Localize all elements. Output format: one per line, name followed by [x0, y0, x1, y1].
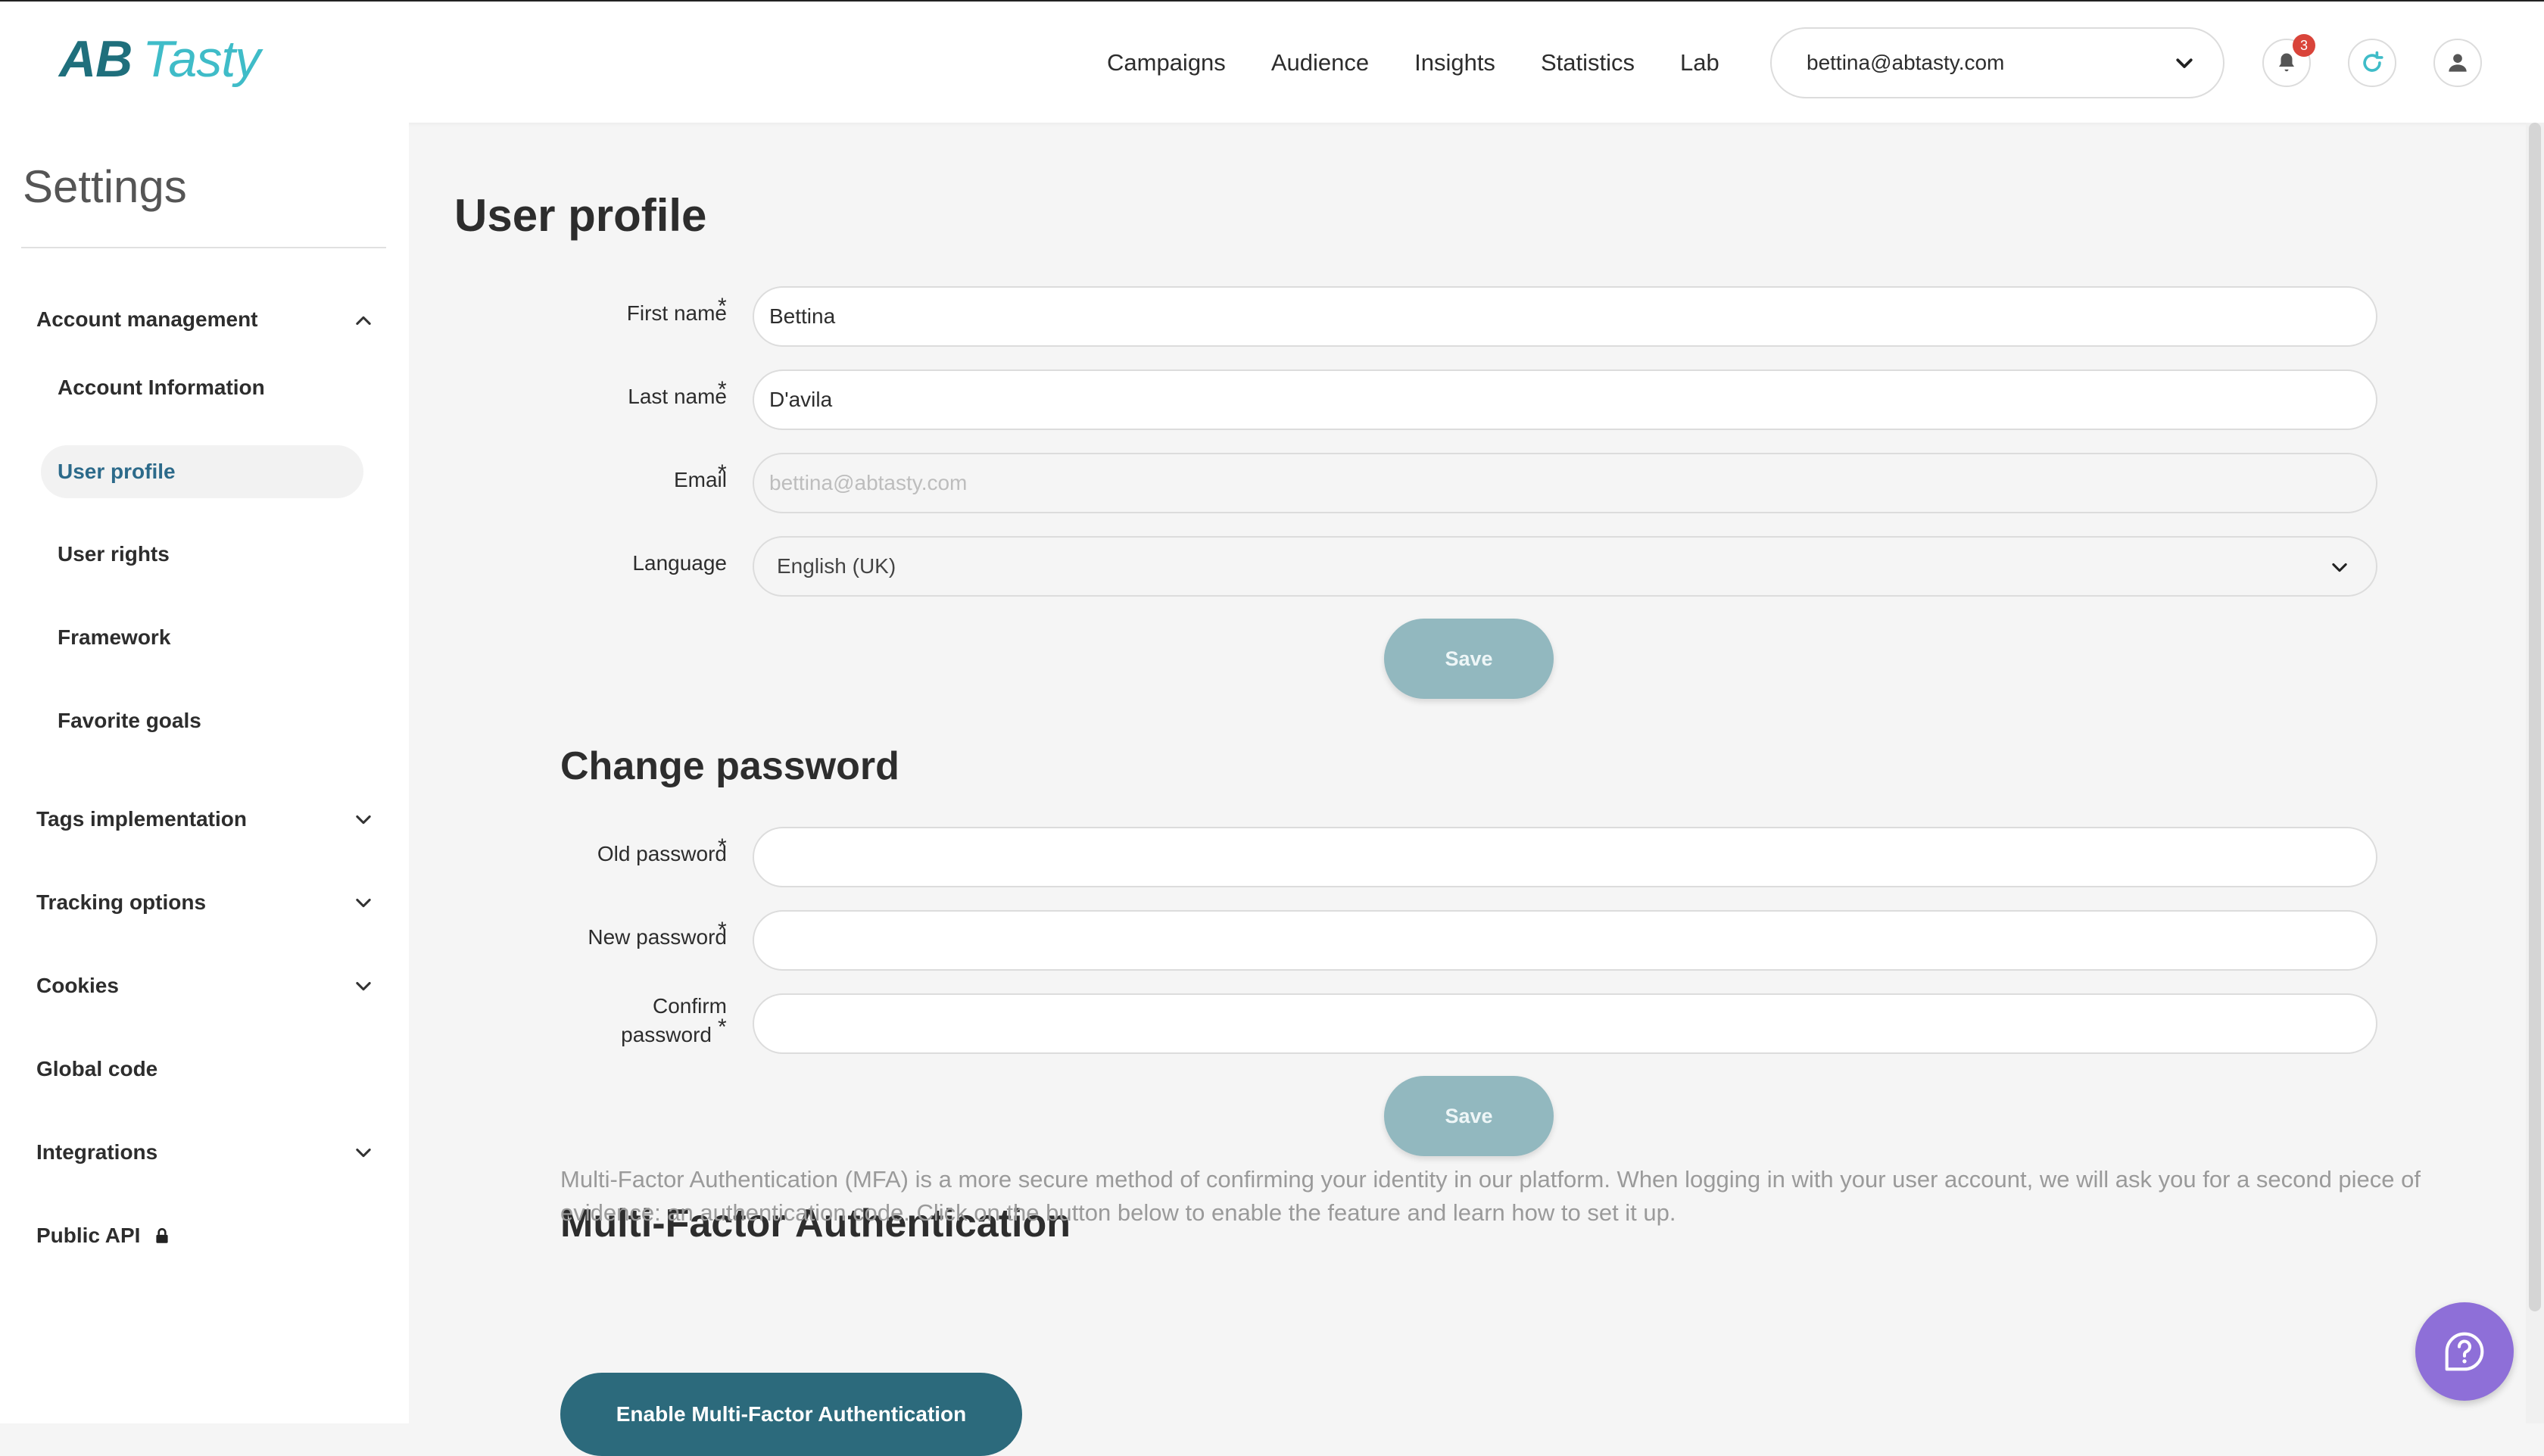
sidebar-item-public-api[interactable]: Public API — [36, 1224, 172, 1248]
sidebar-item-user-profile[interactable]: User profile — [41, 445, 363, 498]
chevron-down-icon[interactable] — [353, 1142, 374, 1163]
confirm-password-field[interactable] — [753, 993, 2377, 1054]
save-profile-button[interactable]: Save — [1384, 619, 1554, 699]
account-selector[interactable]: bettina@abtasty.com — [1770, 27, 2224, 98]
sidebar-item-global-code[interactable]: Global code — [36, 1057, 157, 1081]
confirm-password-label-line2: password — [621, 1023, 712, 1046]
last-name-field[interactable]: D'avila — [753, 369, 2377, 430]
email-field: bettina@abtasty.com — [753, 453, 2377, 513]
language-value: English (UK) — [777, 554, 896, 578]
main-nav: Campaigns Audience Insights Statistics L… — [1107, 2, 1765, 124]
chevron-down-icon[interactable] — [353, 975, 374, 996]
change-password-title: Change password — [560, 744, 899, 788]
nav-audience[interactable]: Audience — [1271, 49, 1369, 76]
nav-statistics[interactable]: Statistics — [1541, 49, 1635, 76]
chevron-up-icon[interactable] — [353, 310, 374, 332]
sidebar-item-label: Account management — [36, 307, 258, 331]
top-bar: AB Tasty Campaigns Audience Insights Sta… — [0, 0, 2544, 123]
new-password-field[interactable] — [753, 910, 2377, 971]
scrollbar[interactable] — [2526, 123, 2544, 1423]
mfa-description: Multi-Factor Authentication (MFA) is a m… — [560, 1166, 2421, 1226]
confirm-password-label-line1: Confirm — [652, 994, 727, 1018]
sidebar-item-tags-implementation[interactable]: Tags implementation — [36, 807, 247, 831]
bell-icon — [2279, 53, 2294, 72]
scrollbar-thumb[interactable] — [2529, 123, 2541, 1311]
sidebar-title: Settings — [23, 161, 187, 212]
sidebar-item-framework[interactable]: Framework — [58, 625, 170, 650]
settings-sidebar: Settings Account management Account Info… — [0, 123, 409, 1423]
sidebar-item-favorite-goals[interactable]: Favorite goals — [58, 709, 201, 733]
sidebar-item-label: Global code — [36, 1057, 158, 1080]
email-label: Email — [673, 468, 727, 491]
main-content: User profile First name * Bettina Last n… — [409, 123, 2526, 1456]
first-name-field[interactable]: Bettina — [753, 286, 2377, 347]
nav-campaigns[interactable]: Campaigns — [1107, 49, 1226, 76]
required-mark: * — [718, 294, 727, 319]
required-mark: * — [718, 1015, 727, 1040]
lock-icon — [156, 1228, 169, 1243]
user-icon — [2449, 54, 2467, 72]
notifications-button[interactable]: 3 — [2262, 34, 2315, 87]
sidebar-item-account-management[interactable]: Account management — [36, 307, 258, 332]
enable-mfa-button[interactable]: Enable Multi-Factor Authentication — [560, 1373, 1022, 1456]
logo-tasty-text: Tasty — [142, 30, 260, 88]
new-password-label: New password — [588, 925, 727, 949]
chevron-down-icon — [2332, 563, 2347, 572]
sidebar-item-account-information[interactable]: Account Information — [58, 376, 265, 400]
last-name-label: Last name — [628, 385, 727, 408]
help-button[interactable] — [2415, 1302, 2514, 1401]
refresh-icon — [2363, 51, 2383, 72]
refresh-button[interactable] — [2348, 39, 2396, 87]
sidebar-item-label: Public API — [36, 1224, 141, 1247]
email-placeholder: bettina@abtasty.com — [769, 471, 968, 494]
notification-count-badge: 3 — [2293, 34, 2315, 57]
sidebar-divider — [21, 247, 386, 248]
help-icon — [2445, 1332, 2484, 1371]
first-name-value: Bettina — [769, 304, 836, 328]
sidebar-item-integrations[interactable]: Integrations — [36, 1140, 157, 1164]
ab-tasty-logo[interactable]: AB Tasty — [59, 29, 260, 89]
required-mark: * — [718, 834, 727, 859]
chevron-down-icon — [2176, 58, 2193, 68]
user-menu-button[interactable] — [2433, 39, 2482, 87]
last-name-value: D'avila — [769, 388, 833, 411]
account-email: bettina@abtasty.com — [1807, 51, 2005, 74]
sidebar-item-user-rights[interactable]: User rights — [58, 542, 170, 566]
nav-insights[interactable]: Insights — [1414, 49, 1495, 76]
logo-ab-text: AB — [59, 30, 132, 88]
first-name-label: First name — [626, 301, 727, 325]
nav-lab[interactable]: Lab — [1680, 49, 1719, 76]
sidebar-item-label: Cookies — [36, 974, 119, 997]
sidebar-item-label: Integrations — [36, 1140, 158, 1164]
required-mark: * — [718, 377, 727, 402]
language-label: Language — [632, 551, 727, 575]
language-select[interactable]: English (UK) — [753, 536, 2377, 597]
old-password-field[interactable] — [753, 827, 2377, 887]
save-password-button[interactable]: Save — [1384, 1076, 1554, 1156]
sidebar-item-tracking-options[interactable]: Tracking options — [36, 890, 206, 915]
page-title: User profile — [454, 190, 707, 241]
required-mark: * — [718, 918, 727, 943]
required-mark: * — [718, 460, 727, 485]
chevron-down-icon[interactable] — [353, 892, 374, 913]
old-password-label: Old password — [597, 842, 727, 865]
sidebar-item-label: Tags implementation — [36, 807, 247, 831]
sidebar-item-cookies[interactable]: Cookies — [36, 974, 119, 998]
sidebar-item-label: Tracking options — [36, 890, 207, 914]
chevron-down-icon[interactable] — [353, 809, 374, 830]
sidebar-item-label: User profile — [58, 460, 176, 483]
